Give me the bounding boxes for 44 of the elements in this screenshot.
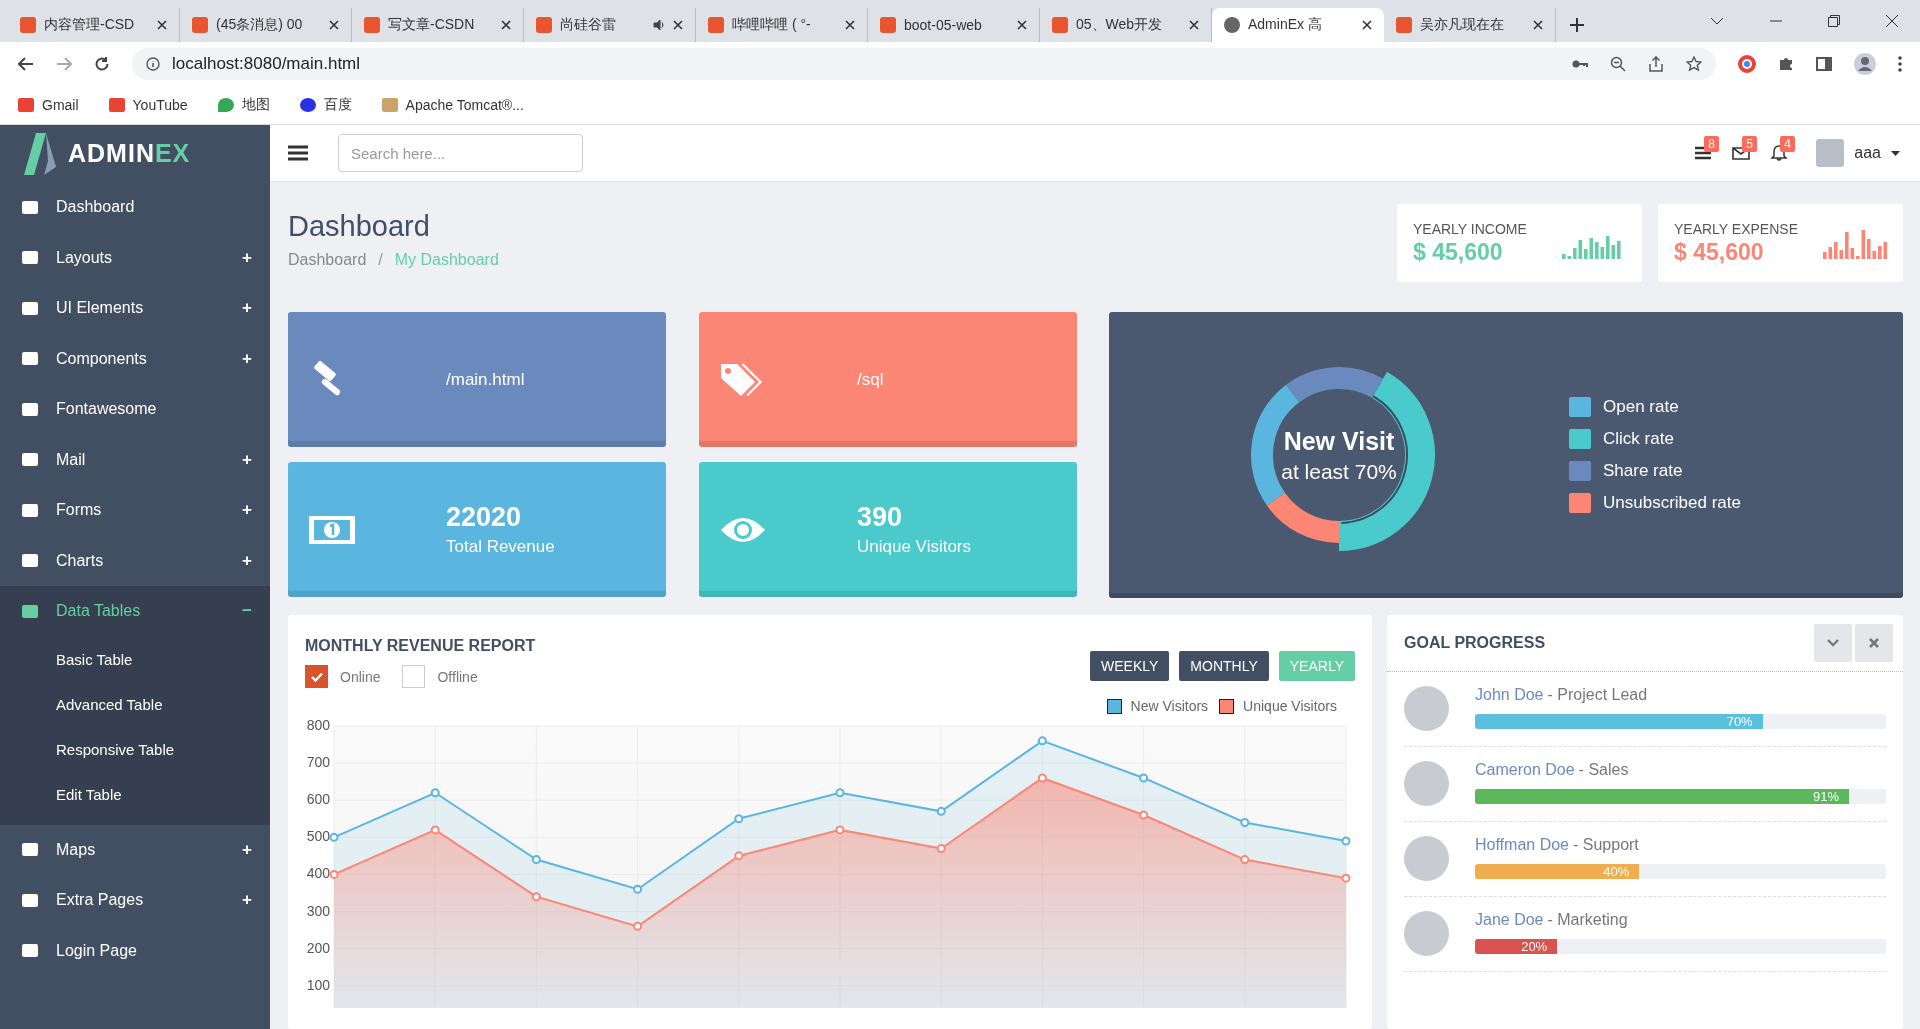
count-badge: 4 [1780,136,1795,152]
axis-label: 200 [306,939,330,956]
legend-label: Open rate [1603,397,1679,417]
legend-label: Unique Visitors [1243,698,1337,714]
axis-label: 400 [306,865,330,882]
tile-text: /sql [857,369,884,390]
axis-label: 600 [306,791,330,808]
role-text: - Sales [1578,761,1629,779]
role-text: - Support [1573,836,1639,854]
progress-reading: 20% [1521,939,1549,954]
role-text: - Marketing [1547,911,1628,929]
role-text: - Project Lead [1547,686,1648,704]
donut-title: New Visit [1283,426,1395,456]
stat-value: $ 45,600 [1674,238,1765,266]
stat-label: YEARLY EXPENSE [1674,220,1798,237]
checkbox-label: Online [340,668,381,685]
panel-title: GOAL PROGRESS [1404,634,1546,652]
tile-label: Total Revenue [446,537,555,557]
legend-label: Unsubscribed rate [1603,493,1741,513]
axis-label: 700 [306,754,330,771]
axis-label: 100 [306,976,330,993]
breadcrumb-separator: / [378,251,383,269]
axis-label: 500 [306,828,330,845]
tile-text: /main.html [446,369,525,390]
legend-label: New Visitors [1130,698,1209,714]
legend-label: Click rate [1603,429,1674,449]
progress-reading: 40% [1603,864,1631,879]
page-title: Dashboard [288,210,431,243]
logo: ADMINEX [0,125,270,182]
count-badge: 5 [1742,136,1757,152]
legend-label: Share rate [1603,461,1683,481]
tile-value: 390 [857,502,904,533]
progress-reading: 91% [1812,789,1840,804]
stat-value: $ 45,600 [1413,238,1504,266]
checkbox-label: Offline [437,668,478,685]
axis-label: 300 [306,902,330,919]
count-badge: 8 [1704,136,1719,152]
donut-subtitle: at least 70% [1281,459,1397,484]
stat-label: YEARLY INCOME [1413,220,1527,237]
panel-title: MONTHLY REVENUE REPORT [305,637,536,655]
tile-value: 22020 [446,502,523,533]
progress-reading: 70% [1726,714,1754,729]
axis-label: 800 [306,717,330,733]
tile-label: Unique Visitors [857,537,972,557]
